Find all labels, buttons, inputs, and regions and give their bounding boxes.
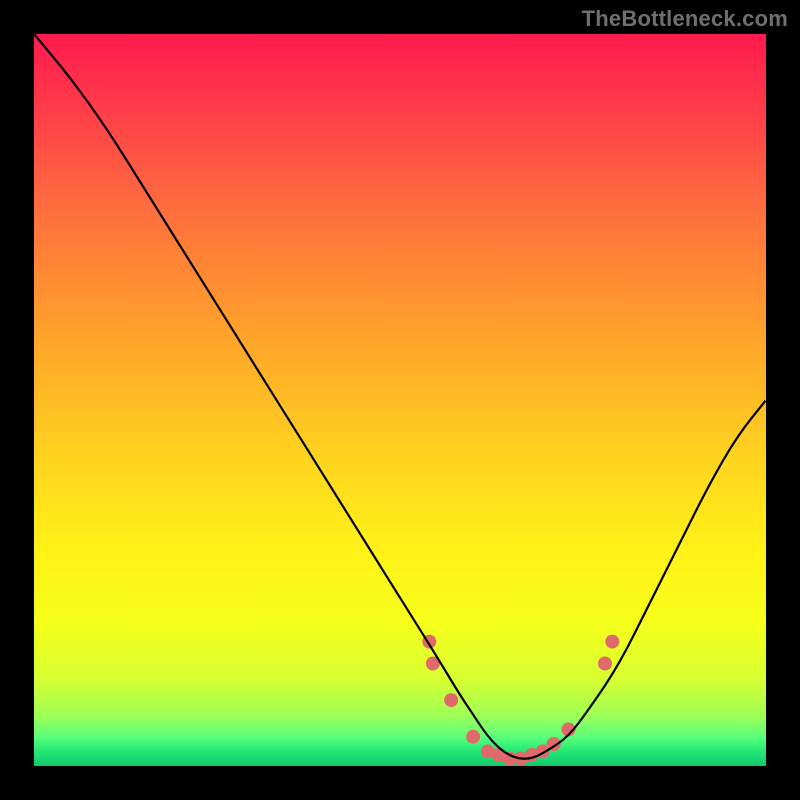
highlight-dot	[605, 635, 619, 649]
highlight-dot	[598, 657, 612, 671]
marker-group	[422, 635, 619, 766]
highlight-dot	[466, 730, 480, 744]
curve-svg	[34, 34, 766, 766]
plot-area	[34, 34, 766, 766]
chart-frame: TheBottleneck.com	[0, 0, 800, 800]
bottleneck-curve	[34, 34, 766, 759]
highlight-dot	[444, 693, 458, 707]
watermark-text: TheBottleneck.com	[582, 6, 788, 32]
